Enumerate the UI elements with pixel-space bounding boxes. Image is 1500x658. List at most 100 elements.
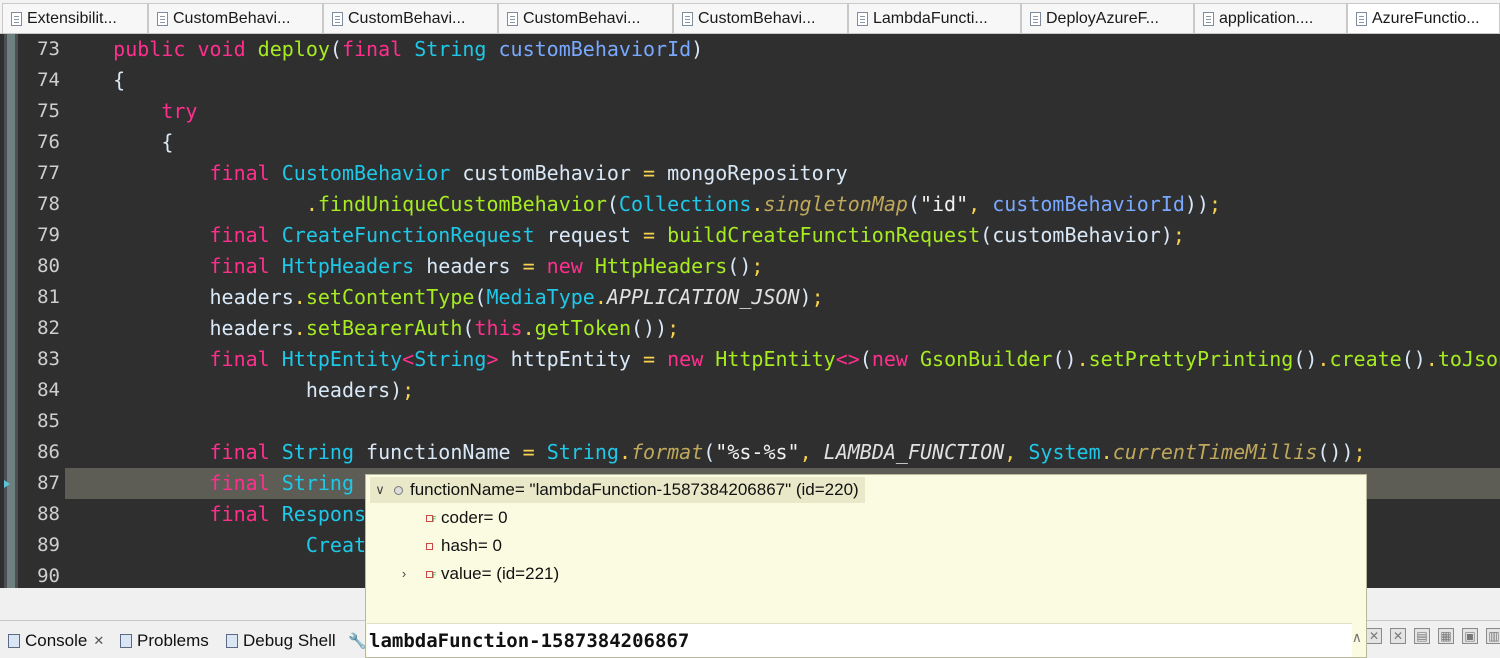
code-token: headers xyxy=(426,254,523,278)
code-token: = xyxy=(522,440,547,464)
debug-current-line-icon xyxy=(4,480,12,488)
code-line[interactable]: 82 headers.setBearerAuth(this.getToken()… xyxy=(18,313,1500,344)
variable-tree-root[interactable]: ∨ functionName= "lambdaFunction-15873842… xyxy=(370,477,865,503)
java-file-icon xyxy=(1030,12,1041,26)
code-line[interactable]: 75 try xyxy=(18,96,1500,127)
tab-problems[interactable]: Problems xyxy=(120,627,209,655)
remove-all-icon[interactable]: ✕ xyxy=(1390,628,1406,644)
code-text: try xyxy=(65,96,197,127)
editor-tab-application[interactable]: application.... xyxy=(1194,3,1347,33)
code-text: .findUniqueCustomBehavior(Collections.si… xyxy=(65,189,1221,220)
code-token: System xyxy=(1028,440,1101,464)
tab-more[interactable]: 🔧 xyxy=(348,627,367,655)
code-line[interactable]: 80 final HttpHeaders headers = new HttpH… xyxy=(18,251,1500,282)
code-token: ; xyxy=(1172,223,1185,247)
code-token: headers xyxy=(209,316,294,340)
code-token: this xyxy=(474,316,523,340)
final-field-icon xyxy=(426,507,437,533)
editor-tab-custombehavior-1[interactable]: CustomBehavi... xyxy=(148,3,323,33)
pin-console-icon[interactable]: ▣ xyxy=(1462,628,1478,644)
variable-tree-item-hash[interactable]: hash= 0 xyxy=(422,533,502,559)
variable-tree-item-value[interactable]: › value= (id=221) xyxy=(394,561,559,589)
editor-tab-azurefunction[interactable]: AzureFunctio... xyxy=(1347,3,1500,33)
java-file-icon xyxy=(507,12,518,26)
tab-console[interactable]: Console ✕ xyxy=(8,627,104,655)
code-token: < xyxy=(402,347,415,371)
code-token: ( xyxy=(703,440,716,464)
code-token: ; xyxy=(751,254,764,278)
variable-inspector-popup[interactable]: ∨ functionName= "lambdaFunction-15873842… xyxy=(365,474,1367,658)
code-token: final xyxy=(209,254,282,278)
scroll-lock-icon[interactable]: ▤ xyxy=(1414,628,1430,644)
editor-tab-deployazure[interactable]: DeployAzureF... xyxy=(1021,3,1194,33)
code-token: try xyxy=(161,99,198,123)
code-token: String xyxy=(414,37,499,61)
editor-tab-custombehavior-2[interactable]: CustomBehavi... xyxy=(323,3,498,33)
code-token: final xyxy=(209,440,282,464)
wrench-icon: 🔧 xyxy=(348,633,367,650)
code-token: = xyxy=(522,254,547,278)
code-line[interactable]: 83 final HttpEntity<String> httpEntity =… xyxy=(18,344,1500,375)
display-console-icon[interactable]: ▥ xyxy=(1486,628,1500,644)
editor-tab-custombehavior-3[interactable]: CustomBehavi... xyxy=(498,3,673,33)
remove-icon[interactable]: ✕ xyxy=(1366,628,1382,644)
code-line[interactable]: 74 { xyxy=(18,65,1500,96)
code-token: Creat xyxy=(305,533,367,557)
tab-debug-shell[interactable]: Debug Shell xyxy=(226,627,336,655)
variable-tree-item-coder[interactable]: coder= 0 xyxy=(422,505,508,533)
line-number: 81 xyxy=(37,286,60,308)
code-line[interactable]: 73 public void deploy(final String custo… xyxy=(18,34,1500,65)
code-line[interactable]: 79 final CreateFunctionRequest request =… xyxy=(18,220,1500,251)
code-token: new xyxy=(546,254,595,278)
code-line[interactable]: 78 .findUniqueCustomBehavior(Collections… xyxy=(18,189,1500,220)
code-token: ( xyxy=(462,316,475,340)
chevron-up-icon[interactable]: ∧ xyxy=(1352,629,1362,646)
code-token: . xyxy=(1317,347,1330,371)
line-number: 76 xyxy=(37,131,60,153)
code-token: headers) xyxy=(305,378,403,402)
code-token: APPLICATION_JSON xyxy=(606,285,800,309)
final-field-icon xyxy=(426,563,437,589)
close-icon[interactable]: ✕ xyxy=(93,633,104,649)
code-line[interactable]: 85 xyxy=(18,406,1500,437)
line-number: 83 xyxy=(37,348,60,370)
object-icon xyxy=(394,485,403,495)
overview-ruler xyxy=(4,34,18,588)
chevron-right-icon[interactable]: › xyxy=(394,561,414,587)
editor-tab-lambdafunction[interactable]: LambdaFuncti... xyxy=(848,3,1021,33)
code-token: setPrettyPrinting xyxy=(1088,347,1294,371)
code-text: headers); xyxy=(65,375,414,406)
code-line[interactable]: 77 final CustomBehavior customBehavior =… xyxy=(18,158,1500,189)
code-line[interactable]: 81 headers.setContentType(MediaType.APPL… xyxy=(18,282,1500,313)
problems-icon xyxy=(120,634,132,648)
code-token: { xyxy=(65,130,174,154)
code-line[interactable]: 76 { xyxy=(18,127,1500,158)
word-wrap-icon[interactable]: ▦ xyxy=(1438,628,1454,644)
code-token: ; xyxy=(811,285,824,309)
line-number: 84 xyxy=(37,379,60,401)
code-line[interactable]: 86 final String functionName = String.fo… xyxy=(18,437,1500,468)
code-token: ) xyxy=(799,285,812,309)
editor-tab-extensibility[interactable]: Extensibilit... xyxy=(2,3,148,33)
code-token: final xyxy=(341,37,415,61)
line-number: 78 xyxy=(37,193,60,215)
code-token: , xyxy=(968,192,993,216)
code-token: () xyxy=(1401,347,1426,371)
code-token: toJson xyxy=(1437,347,1500,371)
code-line[interactable]: 84 headers); xyxy=(18,375,1500,406)
code-token: = xyxy=(642,223,668,247)
code-token: customBehaviorId xyxy=(992,192,1185,216)
chevron-down-icon[interactable]: ∨ xyxy=(370,477,390,503)
variable-detail-pane[interactable]: lambdaFunction-1587384206867 xyxy=(367,623,1352,657)
code-token: String xyxy=(546,440,619,464)
code-token: ; xyxy=(667,316,680,340)
code-token: ) xyxy=(691,37,704,61)
editor-tab-custombehavior-4[interactable]: CustomBehavi... xyxy=(673,3,848,33)
code-token: ( xyxy=(859,347,872,371)
view-toolbar: ✕ ✕ ▤ ▦ ▣ ▥ ▤ xyxy=(1366,628,1500,644)
line-number: 87 xyxy=(37,472,60,494)
